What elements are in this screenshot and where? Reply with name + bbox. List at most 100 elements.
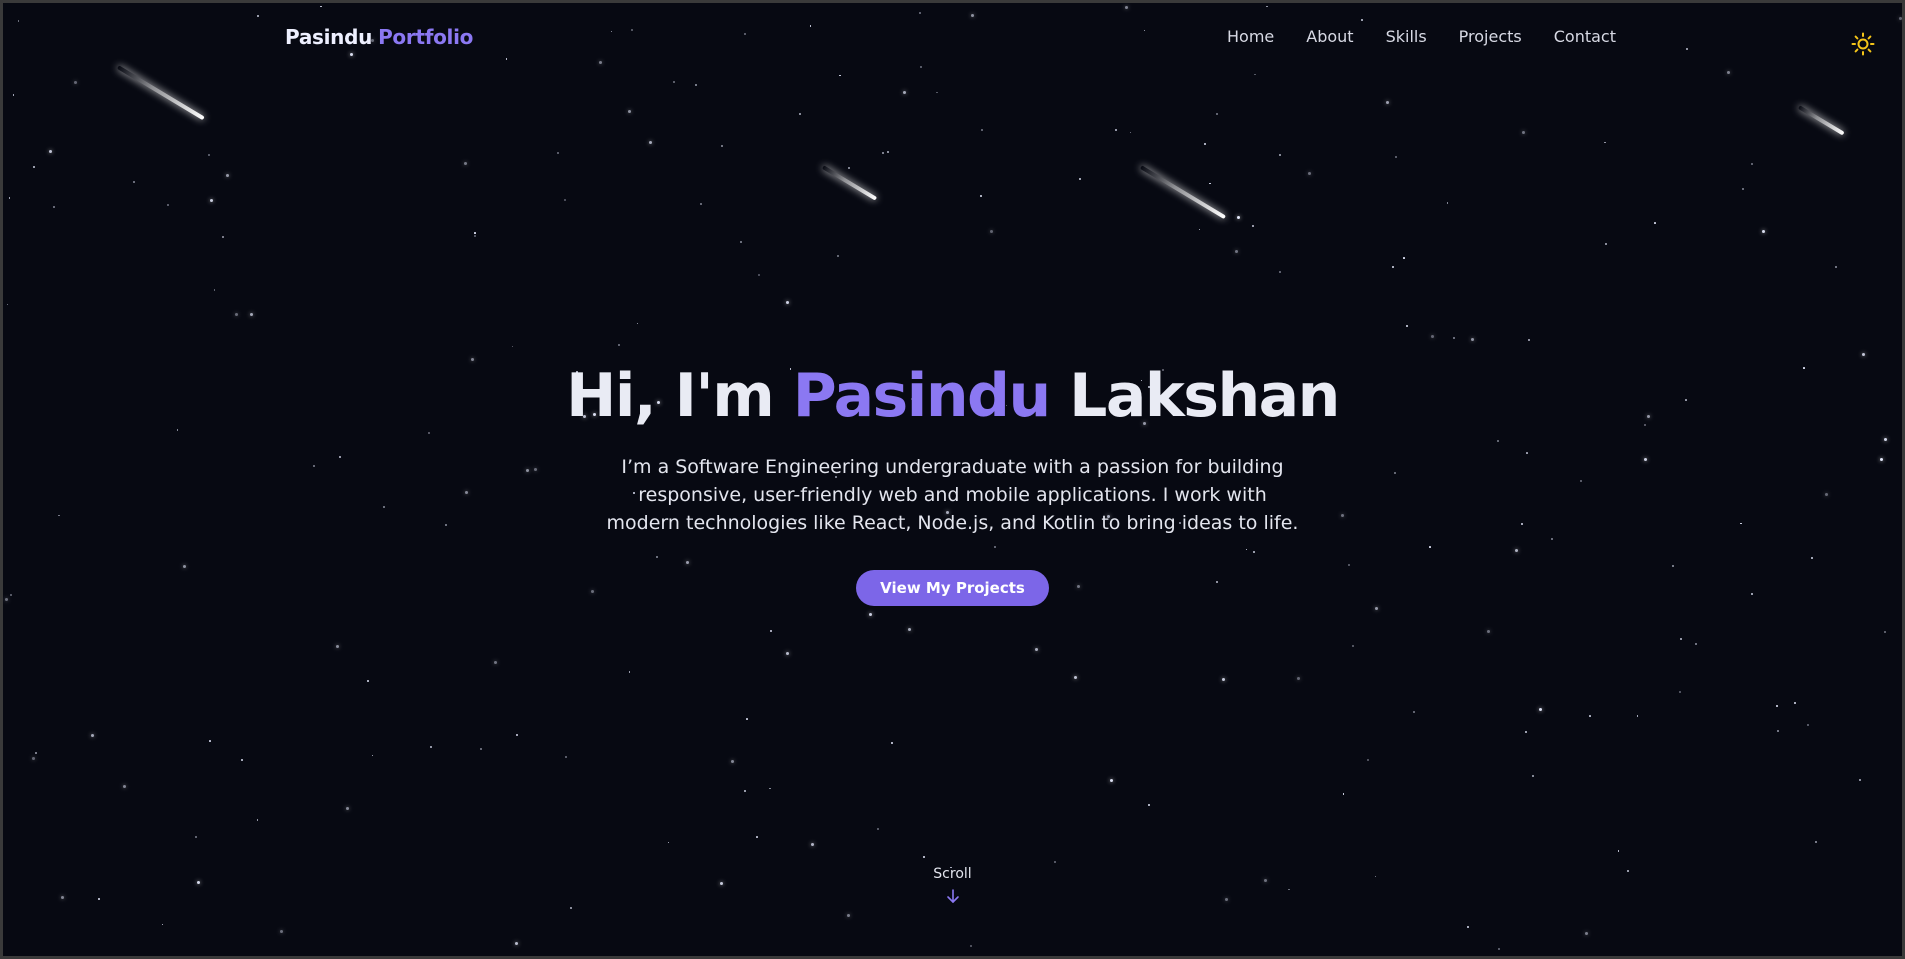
star [473,235,476,238]
view-projects-button[interactable]: View My Projects [856,570,1049,606]
star [1584,931,1588,935]
star [769,787,771,790]
star [570,907,573,910]
star [695,83,698,86]
star [1589,715,1591,717]
star [1525,730,1528,733]
star [1254,73,1256,76]
star [166,203,169,206]
star [12,94,15,96]
theme-toggle-button[interactable] [1850,31,1876,57]
star [877,828,880,830]
star [132,180,135,183]
star [1114,128,1117,131]
star [516,733,519,736]
star [493,661,497,665]
star [195,835,198,838]
star [923,856,926,858]
star [1654,222,1656,224]
star [1308,171,1312,175]
site-logo[interactable]: Pasindu Portfolio [285,25,473,49]
star [213,289,216,291]
star [1035,647,1039,651]
star [1862,353,1865,356]
star [648,140,652,144]
star [74,81,77,84]
star [627,110,631,114]
star [1498,947,1501,950]
star [511,345,514,347]
star [1367,758,1370,761]
star [1352,645,1355,648]
shooting-star [116,65,205,121]
star [846,913,850,917]
star [908,628,912,632]
star [1406,324,1409,327]
nav-links: Home About Skills Projects Contact [1227,27,1616,46]
star [1539,707,1543,711]
logo-first-word: Pasindu [285,25,373,49]
nav-link-skills[interactable]: Skills [1386,27,1427,46]
star [979,194,982,197]
star [1678,690,1681,693]
shooting-star [1797,105,1845,136]
star [1297,677,1301,680]
nav-link-home[interactable]: Home [1227,27,1274,46]
star [34,752,37,755]
star [1775,704,1778,707]
star [1279,153,1282,156]
star [279,929,283,933]
star [886,151,889,154]
star [1522,130,1525,134]
star [209,198,213,202]
star [1078,177,1081,180]
star [430,746,432,749]
star [1532,774,1535,777]
nav-link-contact[interactable]: Contact [1554,27,1616,46]
star [1467,925,1470,928]
star [1617,850,1620,852]
star [1446,202,1449,204]
star [758,273,760,276]
nav-link-about[interactable]: About [1306,27,1353,46]
star [209,740,211,742]
star [1793,702,1796,705]
star [903,91,907,95]
star [249,313,253,317]
star [1403,257,1405,259]
star [1385,101,1389,105]
star [1470,338,1474,342]
star [1453,337,1456,340]
star [1216,112,1219,115]
star [1148,803,1151,806]
star [667,841,670,844]
star [798,112,801,115]
star [1883,630,1886,633]
hero-section: Hi, I'm Pasindu Lakshan I’m a Software E… [3,361,1902,606]
star [628,671,631,673]
star [565,756,568,759]
star [1394,155,1397,158]
star [345,807,349,811]
star [557,151,560,154]
star [8,197,10,199]
scroll-indicator[interactable]: Scroll [3,866,1902,904]
star [1073,675,1077,679]
star [222,235,225,238]
star [6,303,8,306]
star [49,150,53,154]
nav-link-projects[interactable]: Projects [1459,27,1522,46]
star [226,173,230,177]
star [1204,142,1207,145]
star [463,161,467,165]
star [480,747,483,750]
star [1109,778,1113,782]
shooting-star [821,165,878,201]
star [256,819,259,821]
star [890,741,893,744]
star [811,842,814,846]
star [1209,182,1211,184]
star [1053,860,1056,863]
star [1751,162,1754,165]
star [746,718,748,720]
